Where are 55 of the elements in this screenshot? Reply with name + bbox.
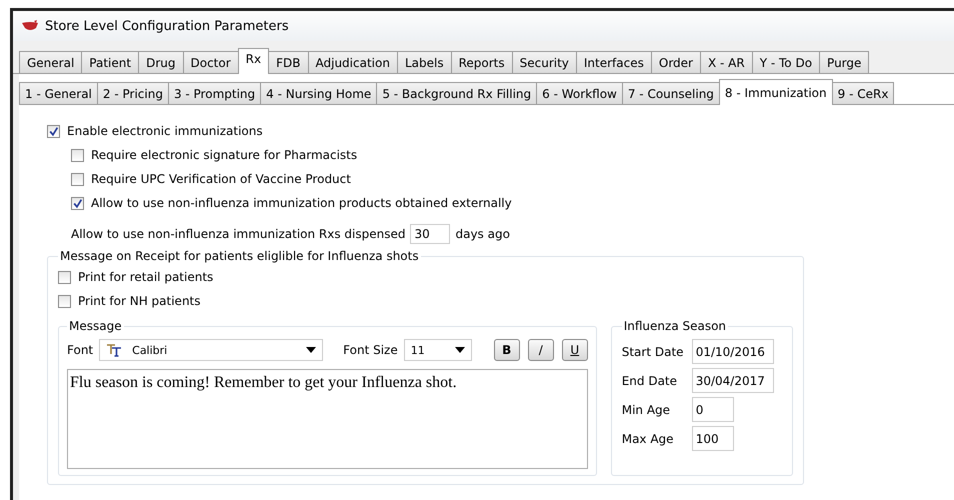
field-label: End Date [622,374,678,388]
text-field[interactable]: 30/04/2017 [692,368,774,393]
tab[interactable]: General [19,51,82,73]
text-field[interactable]: 01/10/2016 [692,339,774,364]
tab[interactable]: X - AR [700,51,753,73]
field-label: days ago [455,227,510,241]
tab[interactable]: 7 - Counseling [622,82,720,104]
checkbox-label: Enable electronic immunizations [67,124,263,138]
tab[interactable]: Patient [81,51,140,73]
checkbox-label: Print for retail patients [78,270,214,284]
style-button[interactable]: B [494,339,520,361]
message-text-area[interactable]: Flu season is coming! Remember to get your Influenza shot. [67,369,588,469]
tab[interactable]: Rx [238,48,270,74]
field-label: Start Date [622,344,685,358]
field-label: Allow to use non-influenza immunization Rxs dispensed [71,227,406,241]
group-title: Message [68,319,123,333]
field-label: Max Age [622,432,675,446]
tab[interactable]: 9 - CeRx [832,82,894,104]
tab[interactable]: 1 - General [19,82,98,104]
window-title: Store Level Configuration Parameters [45,18,289,34]
tab[interactable]: Reports [450,51,513,73]
tab[interactable]: Labels [396,51,452,73]
group-title: Influenza Season [622,319,728,333]
tab[interactable]: 3 - Prompting [168,82,262,104]
checkbox-label: Print for NH patients [78,294,201,308]
tab[interactable]: Interfaces [576,51,652,73]
field-label: Font Size [343,343,398,357]
style-button[interactable]: / [528,339,554,361]
text-field[interactable]: 0 [692,397,734,422]
tab[interactable]: Y - To Do [752,51,820,73]
font-size-dropdown[interactable]: 11 [404,339,472,361]
tab[interactable]: 4 - Nursing Home [260,82,378,104]
field-label: Min Age [622,402,672,416]
checkbox-label: Allow to use non-influenza immunization products obtained externally [91,196,512,210]
field-label: Font [67,343,94,357]
font-dropdown[interactable]: Calibri [99,339,324,361]
tab[interactable]: 2 - Pricing [96,82,169,104]
tab[interactable]: 6 - Workflow [536,82,623,104]
tab[interactable]: Adjudication [308,51,398,73]
checkbox-label: Require UPC Verification of Vaccine Product [91,172,351,186]
text-field[interactable]: 100 [692,426,734,451]
checkbox-label: Require electronic signature for Pharmacists [91,148,358,162]
tab[interactable]: Security [512,51,577,73]
tab[interactable]: Order [650,51,701,73]
days-field[interactable]: 30 [410,224,450,244]
tab[interactable]: 5 - Background Rx Filling [376,82,538,104]
group-title: Message on Receipt for patients eliglible for Influenza shots [59,249,420,263]
font-name: Calibri [132,344,168,356]
style-button[interactable]: U [562,339,588,361]
tab[interactable]: FDB [268,51,308,73]
tab[interactable]: Drug [138,51,184,73]
tab[interactable]: Doctor [182,51,239,73]
font-size-value: 11 [410,344,426,356]
tab[interactable]: 8 - Immunization [718,79,833,105]
tab[interactable]: Purge [819,51,870,73]
